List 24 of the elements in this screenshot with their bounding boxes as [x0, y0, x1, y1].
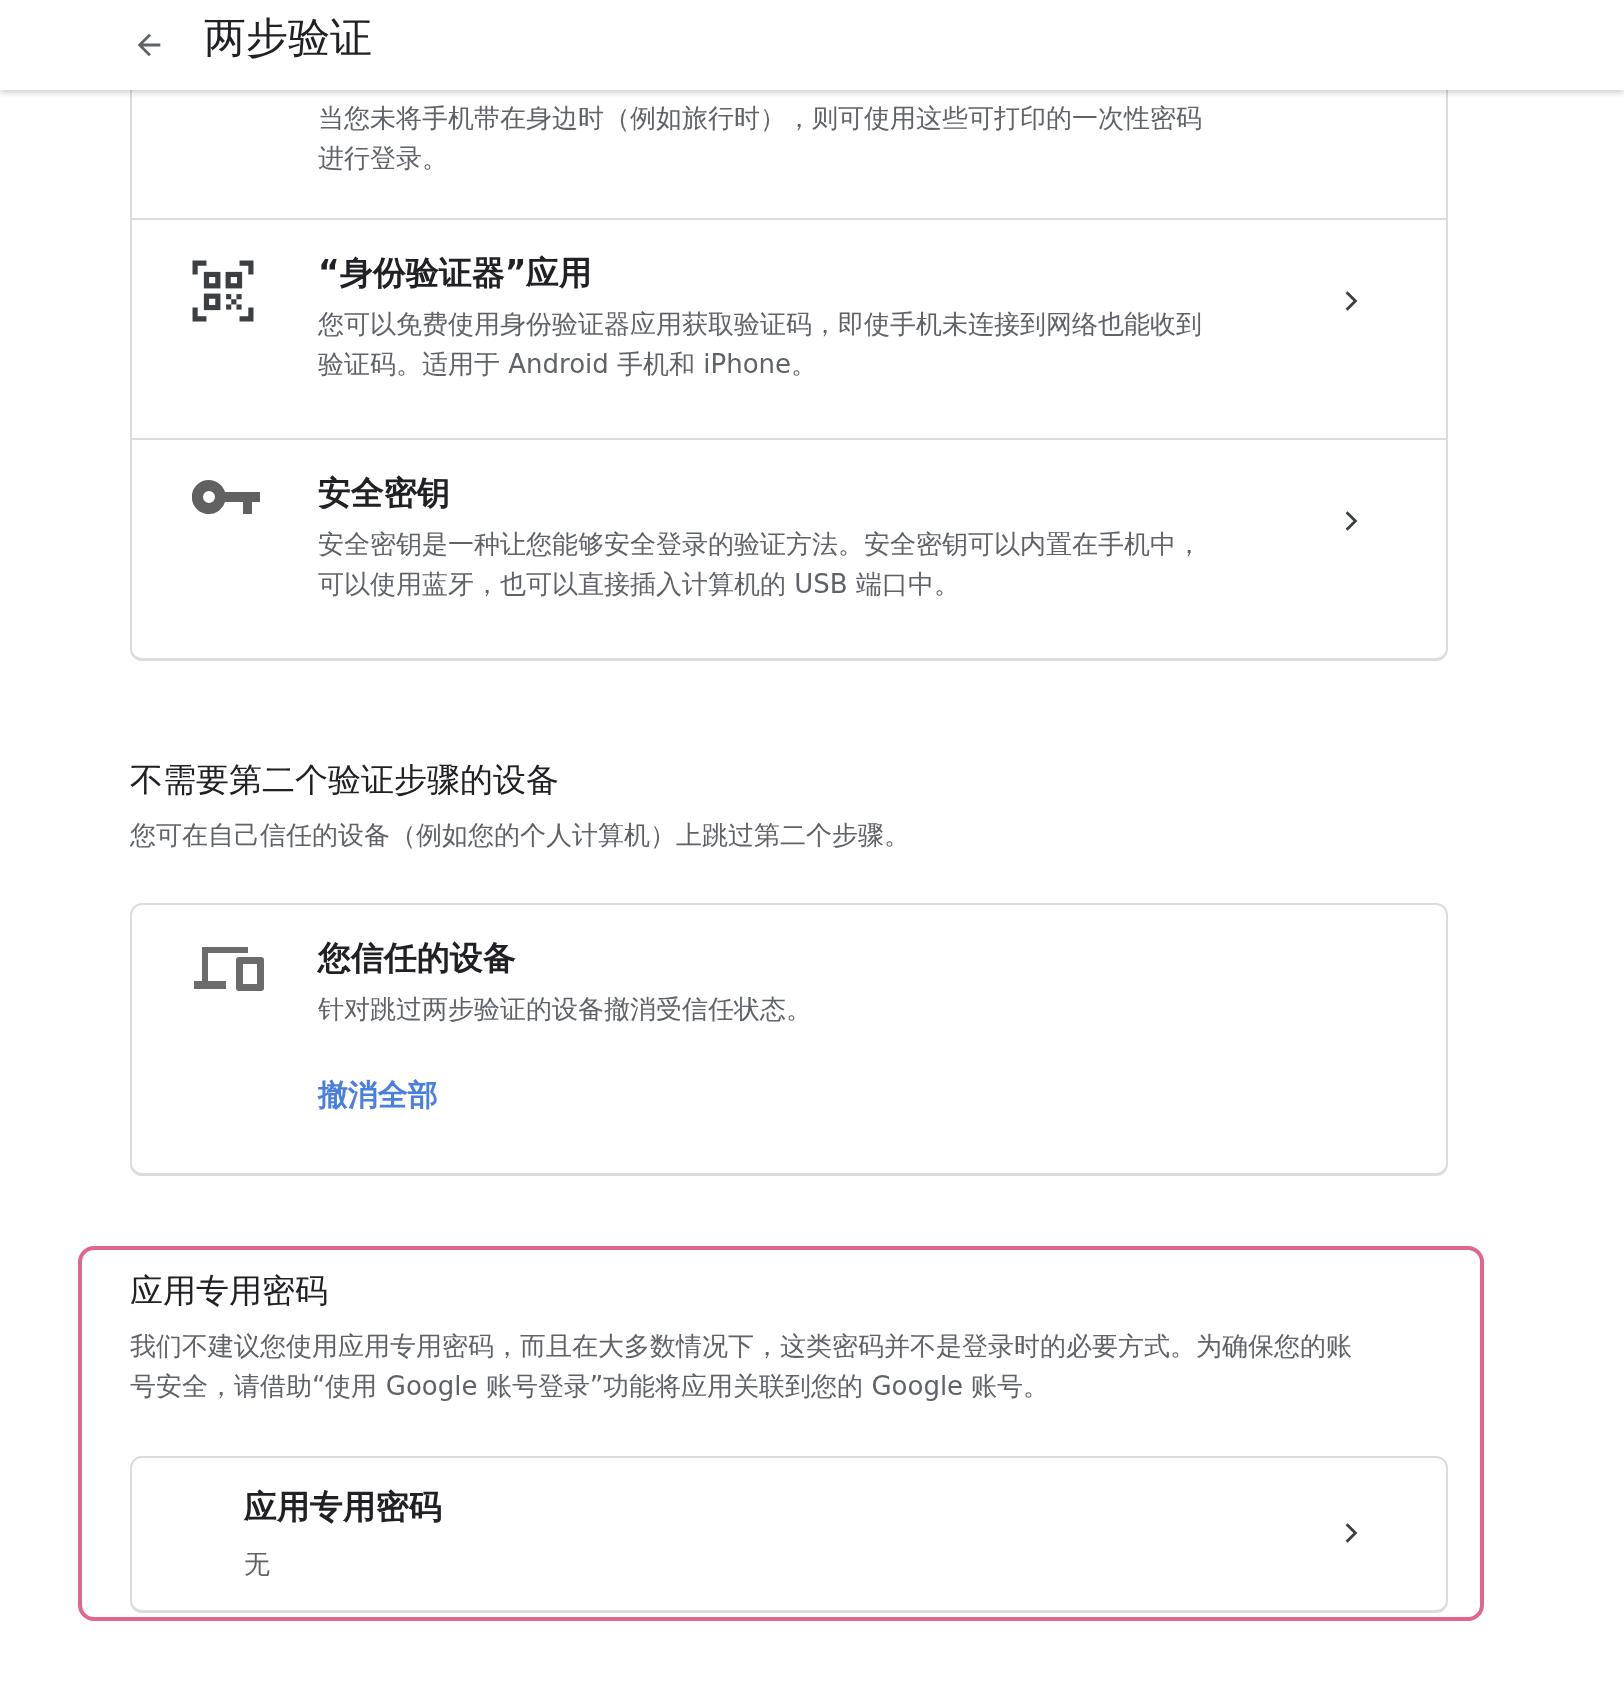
- method-description: 当您未将手机带在身边时（例如旅行时），则可使用这些可打印的一次性密码进行登录。: [318, 102, 1203, 175]
- card-title: 应用专用密码: [244, 1486, 443, 1528]
- section-heading: 不需要第二个验证步骤的设备: [130, 759, 560, 801]
- method-description: 您可以免费使用身份验证器应用获取验证码，即使手机未连接到网络也能收到验证码。适用于 Android 手机和 iPhone。: [318, 308, 1203, 381]
- method-description: 安全密钥是一种让您能够安全登录的验证方法。安全密钥可以内置在手机中，可以使用蓝牙，也可以直接插入计算机的 USB 端口中。: [318, 528, 1203, 601]
- devices-icon: [192, 945, 266, 993]
- card-description: 针对跳过两步验证的设备撤消受信任状态。: [318, 993, 813, 1026]
- card-title: 您信任的设备: [318, 937, 517, 979]
- revoke-all-link[interactable]: 撤消全部: [318, 1075, 438, 1115]
- app-passwords-row[interactable]: 应用专用密码 无: [130, 1456, 1448, 1613]
- section-heading: 应用专用密码: [130, 1270, 329, 1312]
- chevron-right-icon: [1344, 510, 1358, 532]
- qr-code-icon: [192, 260, 254, 322]
- section-description: 您可在自己信任的设备（例如您的个人计算机）上跳过第二个步骤。: [130, 819, 911, 852]
- key-icon: [192, 480, 260, 514]
- method-row[interactable]: “身份验证器”应用 您可以免费使用身份验证器应用获取验证码，即使手机未连接到网络也能收到验证码。适用于 Android 手机和 iPhone。: [132, 218, 1446, 438]
- method-title: “身份验证器”应用: [318, 252, 594, 294]
- section-description: 我们不建议您使用应用专用密码，而且在大多数情况下，这类密码并不是登录时的必要方式。为确保您的账号安全，请借助“使用 Google 账号登录”功能将应用关联到您的 Google 账号。: [130, 1330, 1353, 1403]
- page-title: 两步验证: [204, 12, 372, 64]
- chevron-right-icon: [1344, 1522, 1358, 1544]
- app-passwords-value: 无: [244, 1548, 271, 1581]
- chevron-right-icon: [1344, 290, 1358, 312]
- method-title: 安全密钥: [318, 472, 451, 514]
- method-row[interactable]: 安全密钥 安全密钥是一种让您能够安全登录的验证方法。安全密钥可以内置在手机中，可以使用蓝牙，也可以直接插入计算机的 USB 端口中。: [132, 438, 1446, 658]
